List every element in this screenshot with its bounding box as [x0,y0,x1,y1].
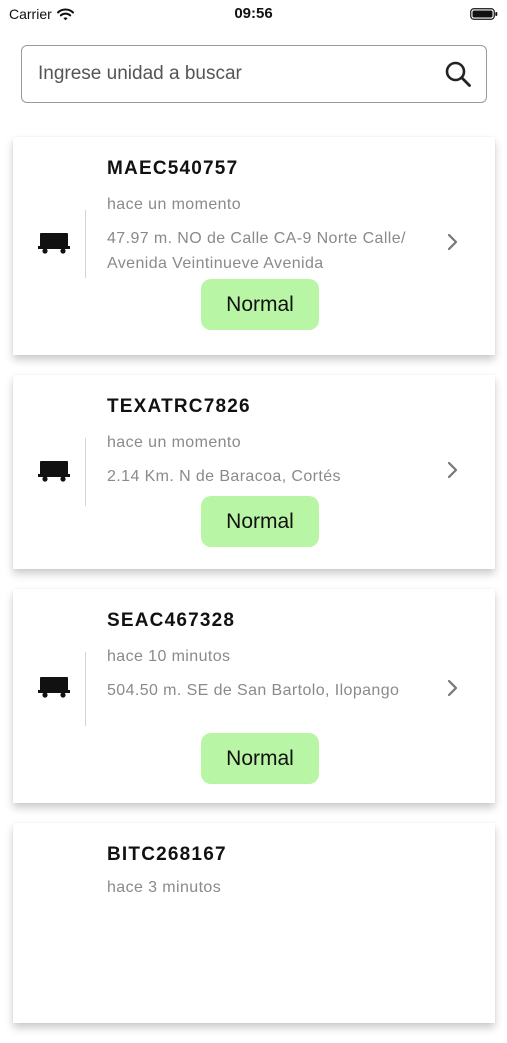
chevron-right-icon [447,233,458,251]
unit-name: SEAC467328 [107,610,236,631]
search-icon[interactable] [444,60,472,88]
card-divider [85,438,86,506]
status-time: 09:56 [234,5,273,22]
unit-last-update: hace un momento [107,434,242,451]
status-badge: Normal [201,496,319,547]
truck-icon [38,461,70,482]
unit-address: 2.14 Km. N de Baracoa, Cortés [107,468,341,485]
unit-card[interactable]: MAEC540757 hace un momento 47.97 m. NO d… [13,137,495,355]
unit-list: MAEC540757 hace un momento 47.97 m. NO d… [13,137,495,1043]
unit-last-update: hace 10 minutos [107,648,231,665]
status-badge: Normal [201,733,319,784]
search-box[interactable] [21,45,487,103]
chevron-right-icon [447,461,458,479]
unit-name: TEXATRC7826 [107,396,251,417]
unit-address: 504.50 m. SE de San Bartolo, Ilopango [107,682,400,699]
unit-last-update: hace un momento [107,196,242,213]
status-badge: Normal [201,279,319,330]
unit-last-update: hace 3 minutos [107,879,222,896]
unit-address: 47.97 m. NO de Calle CA-9 Norte Calle/ A… [107,230,406,272]
battery-icon [470,8,498,20]
unit-name: MAEC540757 [107,158,239,179]
card-divider [85,210,86,278]
card-divider [85,652,86,726]
status-bar: Carrier 09:56 [0,0,507,30]
unit-card[interactable]: BITC268167 hace 3 minutos [13,823,495,1023]
unit-name: BITC268167 [107,844,227,865]
search-input[interactable] [38,46,418,102]
truck-icon [38,233,70,254]
truck-icon [38,677,70,698]
chevron-right-icon [447,679,458,697]
unit-card[interactable]: SEAC467328 hace 10 minutos 504.50 m. SE … [13,589,495,803]
unit-card[interactable]: TEXATRC7826 hace un momento 2.14 Km. N d… [13,375,495,569]
